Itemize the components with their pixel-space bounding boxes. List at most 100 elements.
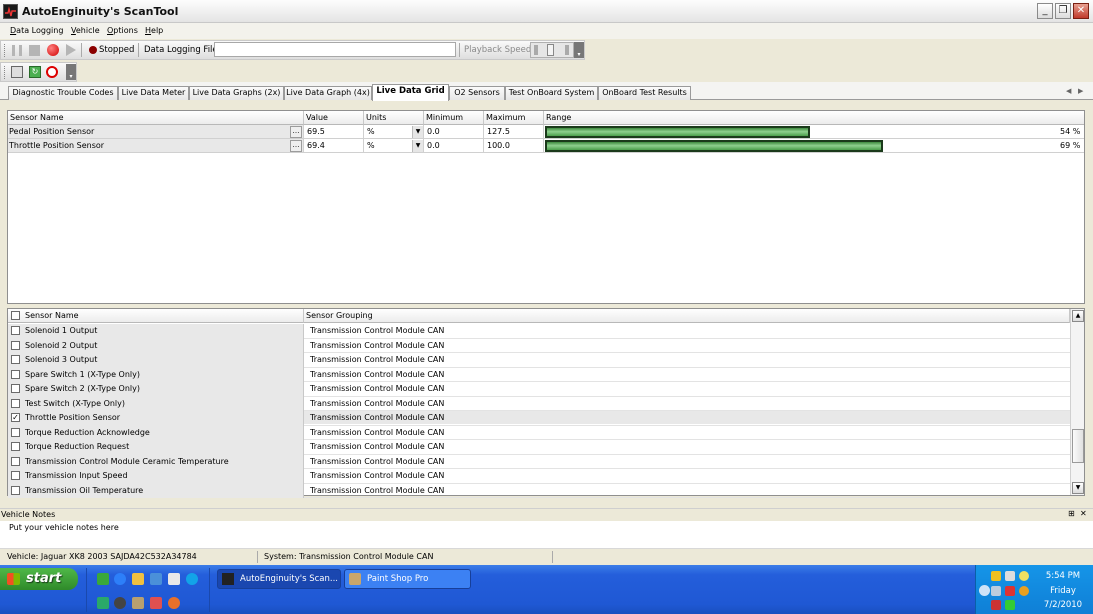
- list-item[interactable]: Transmission Oil Temperature Transmission…: [8, 483, 1070, 498]
- data-logging-file-input[interactable]: [214, 42, 456, 57]
- grid-header-units[interactable]: Units: [364, 111, 424, 125]
- tab-test-onboard-system[interactable]: Test OnBoard System: [505, 86, 598, 100]
- network-error-icon[interactable]: [1005, 586, 1015, 596]
- unchecked-checkbox[interactable]: [11, 471, 20, 480]
- list-item[interactable]: Solenoid 3 Output Transmission Control Mo…: [8, 353, 1070, 368]
- toolbar-grip[interactable]: [4, 44, 7, 57]
- list-item[interactable]: Solenoid 1 Output Transmission Control Mo…: [8, 324, 1070, 339]
- tray-volume-icon[interactable]: [1005, 600, 1015, 610]
- scroll-up-icon[interactable]: ▲: [1072, 310, 1084, 322]
- list-item[interactable]: Spare Switch 2 (X-Type Only) Transmission…: [8, 382, 1070, 397]
- tray-update-icon[interactable]: [1019, 586, 1029, 596]
- checked-checkbox[interactable]: ✓: [11, 413, 20, 422]
- grid-header-maximum[interactable]: Maximum: [484, 111, 544, 125]
- tab-scroll-left-icon[interactable]: ◀: [1066, 87, 1071, 95]
- printer-icon[interactable]: [168, 573, 180, 585]
- unchecked-checkbox[interactable]: [11, 398, 20, 408]
- quicklaunch-icon[interactable]: [97, 597, 109, 609]
- tab-live-data-grid[interactable]: Live Data Grid: [372, 84, 449, 101]
- unchecked-checkbox[interactable]: [11, 340, 20, 350]
- select-all-checkbox[interactable]: [11, 311, 20, 320]
- firefox-icon[interactable]: [168, 597, 180, 609]
- tray-notify-icon[interactable]: [1019, 571, 1029, 581]
- toolbar-overflow-chevron[interactable]: ▾: [574, 42, 584, 58]
- network-icon[interactable]: [97, 573, 109, 585]
- list-item[interactable]: Spare Switch 1 (X-Type Only) Transmission…: [8, 367, 1070, 382]
- tab-diagnostic-trouble-codes[interactable]: Diagnostic Trouble Codes: [8, 86, 118, 100]
- tab-live-data-graph-4x[interactable]: Live Data Graph (4x): [284, 86, 372, 100]
- paint-shop-icon[interactable]: [132, 597, 144, 609]
- tab-live-data-meter[interactable]: Live Data Meter: [118, 86, 189, 100]
- list-item[interactable]: Solenoid 2 Output Transmission Control Mo…: [8, 338, 1070, 353]
- list-item[interactable]: Test Switch (X-Type Only) Transmission Co…: [8, 396, 1070, 411]
- start-button[interactable]: start: [0, 568, 78, 590]
- scrollbar-thumb[interactable]: [1072, 429, 1084, 463]
- menu-options[interactable]: Options: [107, 26, 138, 35]
- desktop-icon[interactable]: [150, 573, 162, 585]
- security-shield-icon[interactable]: [991, 571, 1001, 581]
- list-header-sensor-grouping[interactable]: Sensor Grouping: [304, 309, 1070, 323]
- clock-time[interactable]: 5:54 PM: [1034, 571, 1092, 581]
- sensor-options-button[interactable]: …: [290, 126, 302, 138]
- list-header-sensor-name[interactable]: Sensor Name: [8, 309, 304, 323]
- play-icon[interactable]: [66, 44, 76, 56]
- sensor-options-button[interactable]: …: [290, 140, 302, 152]
- skype-icon[interactable]: [186, 573, 198, 585]
- scroll-down-icon[interactable]: ▼: [1072, 482, 1084, 494]
- grid-header-value[interactable]: Value: [304, 111, 364, 125]
- units-dropdown-arrow-icon[interactable]: ▼: [412, 140, 423, 152]
- title-bar[interactable]: AutoEnginuity's ScanTool _ ❐ ✕: [0, 0, 1093, 23]
- list-item[interactable]: Transmission Control Module Ceramic Temp…: [8, 454, 1070, 469]
- record-icon[interactable]: [47, 44, 59, 56]
- pin-icon[interactable]: ⊞: [1068, 509, 1075, 518]
- cancel-icon[interactable]: [46, 66, 58, 78]
- menu-data-logging[interactable]: Data Logging: [10, 26, 63, 35]
- vehicle-notes-editor[interactable]: Put your vehicle notes here: [0, 521, 1093, 548]
- internet-explorer-icon[interactable]: [114, 573, 126, 585]
- playback-speed-slider[interactable]: [530, 42, 574, 58]
- grid-header-range[interactable]: Range: [544, 111, 1084, 125]
- list-item[interactable]: Torque Reduction Acknowledge Transmission…: [8, 425, 1070, 440]
- print-icon[interactable]: [11, 66, 23, 78]
- sensor-list-scrollbar[interactable]: ▲ ▼: [1070, 309, 1084, 495]
- notes-close-icon[interactable]: ✕: [1080, 509, 1087, 518]
- unchecked-checkbox[interactable]: [11, 355, 20, 364]
- toolbar-overflow-chevron[interactable]: ▾: [66, 64, 76, 80]
- tray-app-icon[interactable]: [1005, 571, 1015, 581]
- list-item[interactable]: Torque Reduction Request Transmission Con…: [8, 440, 1070, 455]
- units-dropdown-arrow-icon[interactable]: ▼: [412, 126, 423, 138]
- taskbar-item-scantool[interactable]: AutoEnginuity's Scan...: [217, 569, 341, 589]
- refresh-icon[interactable]: ↻: [29, 66, 41, 78]
- media-icon[interactable]: [114, 597, 126, 609]
- toolbar-grip[interactable]: [4, 66, 7, 79]
- taskbar-item-paint-shop-pro[interactable]: Paint Shop Pro: [344, 569, 471, 589]
- outlook-icon[interactable]: [132, 573, 144, 585]
- unchecked-checkbox[interactable]: [11, 456, 20, 466]
- menu-vehicle[interactable]: Vehicle: [71, 26, 100, 35]
- unchecked-checkbox[interactable]: [11, 427, 20, 437]
- pause-icon[interactable]: [12, 45, 22, 56]
- unchecked-checkbox[interactable]: [11, 442, 20, 451]
- minimize-button[interactable]: _: [1037, 3, 1053, 19]
- stop-icon[interactable]: [29, 45, 40, 56]
- maximize-button[interactable]: ❐: [1055, 3, 1071, 19]
- tray-antivirus-icon[interactable]: [991, 600, 1001, 610]
- tab-live-data-graphs-2x[interactable]: Live Data Graphs (2x): [189, 86, 284, 100]
- tab-onboard-test-results[interactable]: OnBoard Test Results: [598, 86, 691, 100]
- unchecked-checkbox[interactable]: [11, 384, 20, 393]
- unchecked-checkbox[interactable]: [11, 326, 20, 335]
- unchecked-checkbox[interactable]: [11, 369, 20, 379]
- tab-o2-sensors[interactable]: O2 Sensors: [449, 86, 505, 100]
- close-button[interactable]: ✕: [1073, 3, 1089, 19]
- grid-header-minimum[interactable]: Minimum: [424, 111, 484, 125]
- actions-toolbar: ↻ ▾: [0, 62, 77, 82]
- list-item[interactable]: Transmission Input Speed Transmission Con…: [8, 469, 1070, 484]
- list-item[interactable]: Throttle Position Sensor ✓ Transmission Co…: [8, 411, 1070, 426]
- network-status-icon[interactable]: [991, 586, 1001, 596]
- unchecked-checkbox[interactable]: [11, 485, 20, 495]
- tools-icon[interactable]: [150, 597, 162, 609]
- tab-scroll-right-icon[interactable]: ▶: [1078, 87, 1083, 95]
- menu-help[interactable]: Help: [145, 26, 163, 35]
- tray-expand-icon[interactable]: [979, 585, 990, 596]
- grid-header-sensor-name[interactable]: Sensor Name: [8, 111, 304, 125]
